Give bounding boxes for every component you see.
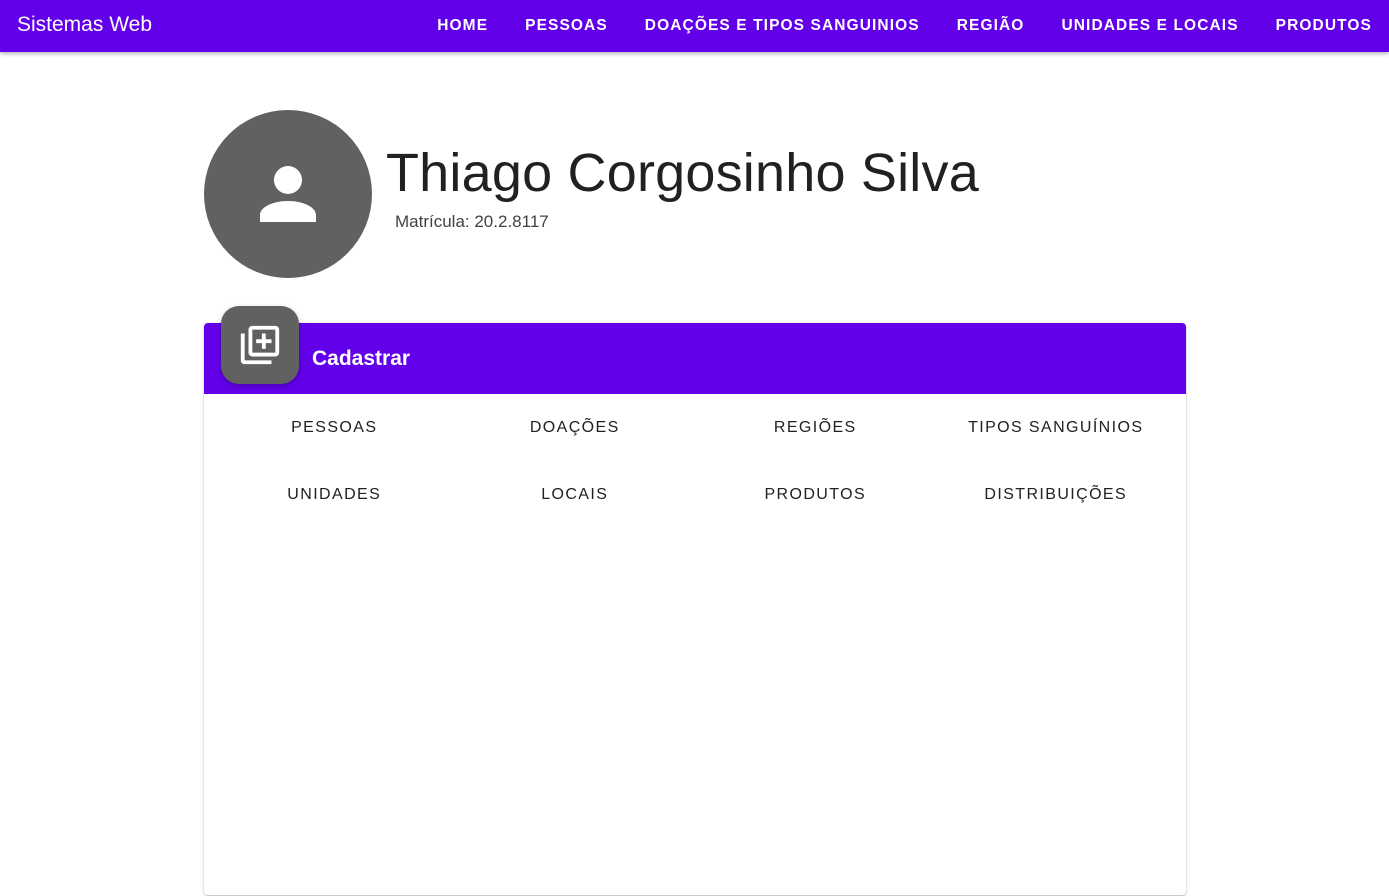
account-icon	[260, 166, 316, 222]
register-regioes-button[interactable]: REGIÕES	[695, 394, 936, 461]
card-header: Cadastrar	[204, 306, 1186, 394]
card-title: Cadastrar	[312, 347, 411, 370]
register-card: Cadastrar PESSOAS DOAÇÕES REGIÕES TIPOS …	[204, 306, 1186, 895]
avatar	[204, 110, 372, 278]
register-produtos-button[interactable]: PRODUTOS	[695, 461, 936, 528]
app-bar: Sistemas Web HOME PESSOAS DOAÇÕES E TIPO…	[0, 0, 1389, 52]
register-tipos-sanguinios-button[interactable]: TIPOS SANGUÍNIOS	[936, 394, 1177, 461]
register-buttons-grid: PESSOAS DOAÇÕES REGIÕES TIPOS SANGUÍNIOS…	[204, 394, 1186, 528]
nav-item-produtos[interactable]: PRODUTOS	[1257, 0, 1372, 52]
profile-name: Thiago Corgosinho Silva	[386, 143, 979, 203]
main-nav: HOME PESSOAS DOAÇÕES E TIPOS SANGUINIOS …	[419, 0, 1372, 52]
nav-item-pessoas[interactable]: PESSOAS	[507, 0, 627, 52]
app-title[interactable]: Sistemas Web	[17, 12, 152, 38]
nav-item-unidades-locais[interactable]: UNIDADES E LOCAIS	[1043, 0, 1257, 52]
register-unidades-button[interactable]: UNIDADES	[214, 461, 455, 528]
register-doacoes-button[interactable]: DOAÇÕES	[455, 394, 696, 461]
nav-item-regiao[interactable]: REGIÃO	[938, 0, 1043, 52]
register-pessoas-button[interactable]: PESSOAS	[214, 394, 455, 461]
library-add-icon	[240, 325, 280, 365]
profile-matricula: Matrícula: 20.2.8117	[395, 212, 549, 231]
card-icon-box	[221, 306, 299, 384]
nav-item-home[interactable]: HOME	[419, 0, 507, 52]
register-distribuicoes-button[interactable]: DISTRIBUIÇÕES	[936, 461, 1177, 528]
register-locais-button[interactable]: LOCAIS	[455, 461, 696, 528]
nav-item-doacoes-tipos[interactable]: DOAÇÕES E TIPOS SANGUINIOS	[626, 0, 938, 52]
